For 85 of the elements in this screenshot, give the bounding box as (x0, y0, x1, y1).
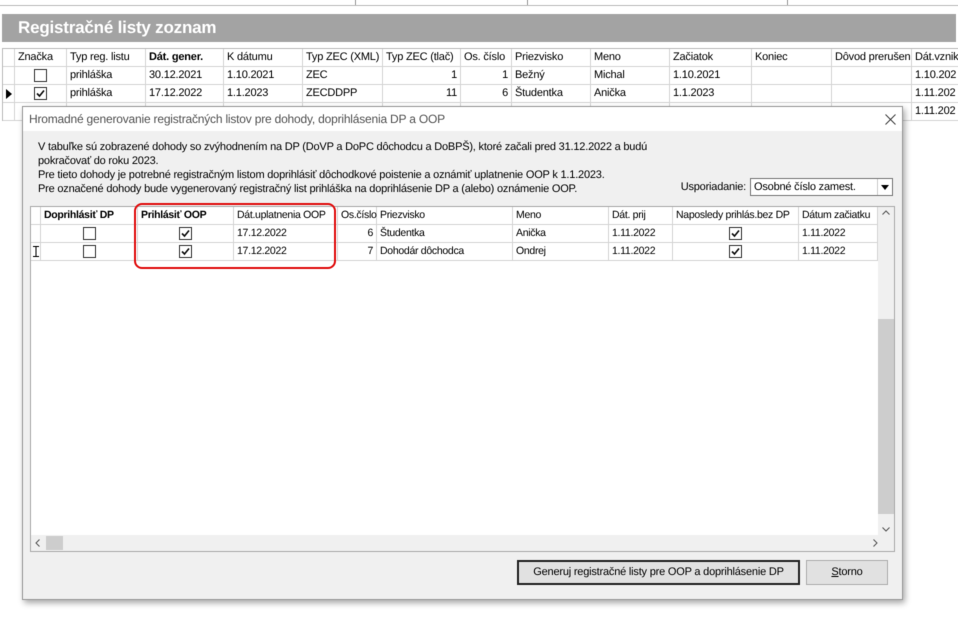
table-cell-text: 1.11.202 (915, 86, 956, 102)
column-header[interactable]: Dát. prij (612, 208, 646, 224)
scroll-up-icon[interactable] (882, 210, 890, 215)
dialog-title: Hromadné generovanie registračných listov pre dohody, doprihlásenia DP a OOP (29, 111, 445, 128)
scroll-thumb[interactable] (46, 536, 63, 550)
scroll-left-icon[interactable] (35, 539, 40, 547)
column-header[interactable]: Začiatok (673, 49, 713, 66)
table-cell-text: 11 (446, 86, 457, 102)
scroll-right-icon[interactable] (873, 539, 878, 547)
row-indicator[interactable] (31, 243, 41, 260)
checkbox[interactable] (34, 69, 47, 82)
checkbox[interactable] (82, 245, 96, 258)
description-text: Pre označené dohody bude vygenerovaný registračný list prihláška na doprihlásenie DP a (alebo) oznámenie OOP. (38, 182, 578, 196)
table-cell-text: 1.10.2021 (227, 68, 274, 84)
dialog-button[interactable]: Storno (806, 560, 888, 585)
checkbox[interactable] (179, 227, 192, 240)
text-cursor-icon (32, 246, 38, 257)
description-text: Pre tieto dohody je potrebné registračným listom doprihlásiť dôchodkové poistenie a oznámiť uplatnenie OOP k 1.1.2023. (38, 168, 606, 182)
column-header[interactable]: Meno (516, 208, 542, 224)
table-cell-text: 30.12.2021 (149, 68, 202, 84)
column-header[interactable]: K dátumu (227, 49, 272, 66)
window-title: Registračné listy zoznam (18, 17, 216, 40)
table-cell-text: ZECDDPP (306, 86, 358, 102)
sort-dropdown[interactable]: Osobné číslo zamest. (750, 178, 893, 196)
table-cell-text: Študentka (515, 85, 563, 102)
table-cell-text: 17.12.2022 (237, 244, 287, 259)
column-header[interactable]: Meno (594, 49, 621, 66)
dropdown-arrow-icon (881, 184, 889, 190)
table-cell-text: Bežný (515, 68, 545, 84)
description-text: V tabuľke sú zobrazené dohody so zvýhodnením na DP (DoVP a DoPC dôchodcu a DoBPŠ), ktoré začali pred 31.12.2022 a budú pokračovať do roku 2023. (38, 140, 648, 168)
column-header[interactable]: Naposledy prihlás.bez DP (676, 208, 790, 224)
table-cell-text: 17.12.2022 (237, 226, 287, 241)
column-header[interactable]: Os.číslo (341, 208, 377, 224)
horizontal-scrollbar[interactable] (31, 535, 894, 551)
column-header[interactable]: Doprihlásiť DP (44, 208, 114, 224)
column-header[interactable]: Koniec (755, 49, 788, 66)
column-header[interactable]: Dát. gener. (149, 49, 204, 66)
table-cell-text: 1.11.202 (915, 104, 956, 120)
table-cell-text: 1.11.2022 (802, 244, 846, 259)
column-header[interactable]: Priezvisko (380, 208, 425, 224)
table-cell-text: 6 (367, 226, 373, 241)
column-header[interactable]: Typ ZEC (XML) (306, 49, 380, 66)
table-cell-text: 1.10.2021 (673, 68, 720, 84)
table-cell-text: Michal (594, 68, 625, 84)
table-cell-text: 1 (502, 68, 508, 84)
scroll-thumb[interactable] (878, 318, 894, 514)
checkbox[interactable] (34, 87, 47, 100)
column-header[interactable]: Dát.uplatnenia OOP (237, 208, 326, 224)
table-cell-text: prihláška (70, 68, 112, 84)
column-header[interactable]: Dôvod prerušen (835, 49, 910, 66)
table-cell-text: 1.11.2022 (612, 226, 656, 241)
checkbox[interactable] (729, 227, 742, 240)
table-cell-text: 1.1.2023 (673, 86, 714, 102)
table-cell-text: prihláška (70, 86, 112, 102)
table-cell-text: 6 (502, 86, 508, 102)
column-header[interactable]: Priezvisko (515, 49, 564, 66)
table-cell-text: 17.12.2022 (149, 86, 202, 102)
table-cell-text: ZEC (306, 68, 328, 84)
table-cell-text: 1.10.202 (915, 68, 956, 84)
table-cell-text: 1.11.2022 (612, 244, 656, 259)
table-cell-text: 1 (451, 68, 457, 84)
table-cell-text: 1.1.2023 (227, 86, 268, 102)
column-header[interactable]: Typ reg. listu (70, 49, 130, 66)
dialog-button[interactable]: Generuj registračné listy pre OOP a doprihlásenie DP (517, 560, 800, 585)
row-pointer-icon (6, 88, 12, 98)
column-header[interactable]: Dátum začiatku (802, 208, 870, 224)
row-indicator[interactable] (3, 85, 15, 102)
table-cell-text: Študentka (380, 226, 425, 241)
table-cell-text: 7 (367, 244, 373, 259)
close-icon[interactable] (885, 114, 896, 124)
table-cell-text: 1.11.2022 (802, 226, 846, 241)
column-header[interactable]: Typ ZEC (tlač) (386, 49, 454, 66)
column-header[interactable]: Značka (18, 49, 53, 66)
checkbox[interactable] (729, 245, 742, 258)
checkbox[interactable] (82, 227, 96, 240)
scroll-down-icon[interactable] (882, 527, 890, 532)
sort-label: Usporiadanie: (680, 180, 746, 195)
table-cell-text: Dohodár dôchodca (380, 244, 464, 259)
column-header[interactable]: Os. číslo (464, 49, 505, 66)
checkbox[interactable] (179, 245, 192, 258)
vertical-scrollbar[interactable] (878, 207, 894, 535)
table-cell-text: Anička (594, 86, 626, 102)
column-header[interactable]: Prihlásiť OOP (141, 208, 206, 224)
table-cell-text: Anička (516, 226, 546, 241)
table-cell-text: Ondrej (516, 244, 546, 259)
